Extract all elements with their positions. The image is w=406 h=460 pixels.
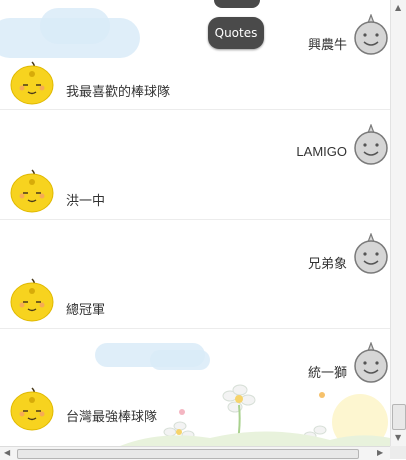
gray-smiley-face-icon — [354, 232, 388, 274]
bot-message-text: 兄弟象 — [307, 257, 347, 272]
gray-smiley-face-icon — [354, 341, 388, 383]
user-avatar — [9, 168, 55, 213]
bot-avatar — [352, 123, 390, 166]
user-message-text: 我最喜歡的棒球隊 — [66, 85, 171, 100]
chat-transcript: Quotes 興農牛 我最喜歡的棒球隊 LAMIGO 洪一中 兄弟象 總冠軍 統… — [0, 0, 390, 446]
gray-smiley-face-icon — [354, 13, 388, 55]
user-avatar — [9, 386, 55, 431]
message-pair: 統一獅 台灣最強棒球隊 — [0, 328, 390, 446]
bot-avatar — [352, 13, 390, 56]
yellow-smiley-face-icon — [10, 387, 54, 431]
yellow-smiley-face-icon — [10, 278, 54, 322]
triangle-right-icon[interactable]: ▶ — [377, 449, 383, 457]
bot-avatar — [352, 232, 390, 275]
triangle-down-icon[interactable]: ▼ — [395, 434, 401, 442]
message-pair: LAMIGO 洪一中 — [0, 110, 390, 220]
horizontal-scroll-thumb[interactable] — [17, 449, 359, 459]
gray-smiley-face-icon — [354, 123, 388, 165]
vertical-scrollbar[interactable] — [390, 0, 406, 446]
message-pair: 興農牛 我最喜歡的棒球隊 — [0, 0, 390, 110]
user-message-text: 台灣最強棒球隊 — [66, 410, 158, 425]
bot-avatar — [352, 341, 390, 384]
vertical-scroll-thumb[interactable] — [392, 404, 406, 430]
triangle-up-icon[interactable]: ▲ — [395, 4, 401, 12]
user-message-text: 洪一中 — [66, 194, 106, 209]
bot-message-text: 統一獅 — [307, 366, 347, 381]
triangle-left-icon[interactable]: ◀ — [4, 449, 10, 457]
bot-message-text: 興農牛 — [307, 38, 347, 53]
user-message-text: 總冠軍 — [66, 303, 106, 318]
scrollbar-corner — [390, 446, 406, 459]
user-avatar — [9, 277, 55, 322]
message-pair: 兄弟象 總冠軍 — [0, 219, 390, 329]
bot-message-text: LAMIGO — [296, 144, 347, 159]
yellow-smiley-face-icon — [10, 61, 54, 105]
yellow-smiley-face-icon — [10, 169, 54, 213]
user-avatar — [9, 60, 55, 105]
